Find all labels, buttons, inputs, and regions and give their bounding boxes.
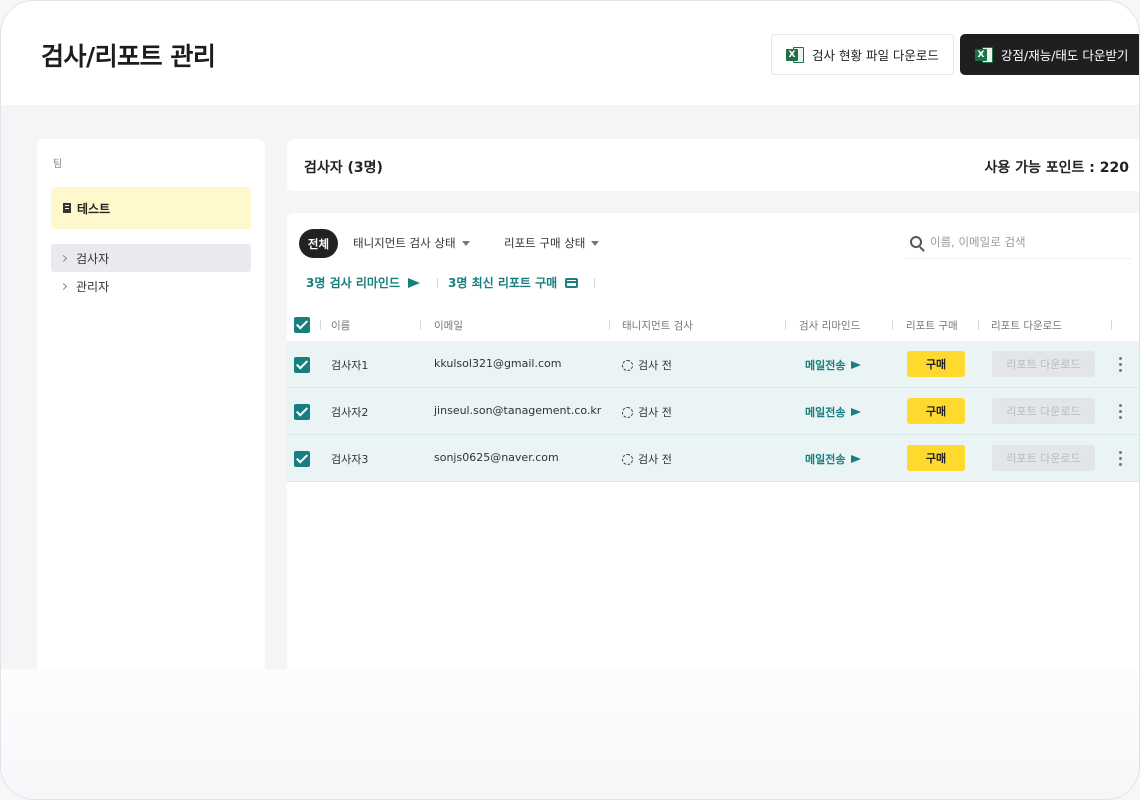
buy-report-button[interactable]: 구매 <box>907 351 965 377</box>
send-icon <box>851 408 862 416</box>
team-card-test[interactable]: 테스트 <box>51 187 251 229</box>
bulk-purchase-button[interactable]: 3명 최신 리포트 구매 <box>448 274 579 291</box>
send-icon <box>851 361 862 369</box>
row-checkbox[interactable] <box>294 357 310 373</box>
team-sidebar: 팀 테스트 검사자 관리자 <box>37 139 265 679</box>
bulk-purchase-label: 3명 최신 리포트 구매 <box>448 276 558 290</box>
tester-email: sonjs0625@naver.com <box>434 451 559 464</box>
tester-name: 검사자1 <box>331 359 369 372</box>
pending-icon <box>622 453 633 465</box>
download-report-button: 리포트 다운로드 <box>992 445 1095 471</box>
available-points: 사용 가능 포인트 : 220 <box>984 160 1129 176</box>
search-input[interactable] <box>930 234 1110 249</box>
send-mail-link[interactable]: 메일전송 <box>805 451 862 467</box>
caret-down-icon <box>461 240 470 246</box>
column-header: 이름 <box>331 320 351 332</box>
download-status-file-button[interactable]: X 검사 현황 파일 다운로드 <box>771 34 954 75</box>
chevron-right-icon <box>59 282 68 290</box>
excel-icon: X <box>975 46 993 64</box>
column-header: 이메일 <box>434 320 463 332</box>
page-header: 검사/리포트 관리 X 검사 현황 파일 다운로드 X 강점/재능/태도 다운받… <box>1 1 1139 105</box>
team-section-label: 팀 <box>53 159 63 170</box>
row-checkbox[interactable] <box>294 404 310 420</box>
report-status-filter-label: 리포트 구매 상태 <box>504 236 586 250</box>
caret-down-icon <box>591 240 600 246</box>
search-box <box>904 225 1132 259</box>
column-header: 리포트 구매 <box>906 320 958 332</box>
download-report-button: 리포트 다운로드 <box>992 398 1095 424</box>
chevron-right-icon <box>59 254 68 262</box>
column-header: 리포트 다운로드 <box>991 320 1062 332</box>
credit-card-icon <box>565 277 579 288</box>
tester-email: kkulsol321@gmail.com <box>434 357 562 370</box>
app-window: 검사/리포트 관리 X 검사 현황 파일 다운로드 X 강점/재능/태도 다운받… <box>0 0 1140 800</box>
bulk-remind-button[interactable]: 3명 검사 리마인드 <box>306 274 420 291</box>
summary-bar: 검사자 (3명) 사용 가능 포인트 : 220 <box>287 139 1139 191</box>
filter-all-chip[interactable]: 전체 <box>299 229 338 258</box>
download-strength-button[interactable]: X 강점/재능/태도 다운받기 <box>960 34 1139 75</box>
column-header: 검사 리마인드 <box>799 320 861 332</box>
table-header: 이름 이메일 태니지먼트 검사 검사 리마인드 리포트 구매 리포트 다운로드 <box>287 309 1139 341</box>
test-status-filter-label: 태니지먼트 검사 상태 <box>353 236 456 250</box>
more-options-icon[interactable] <box>1119 404 1123 420</box>
tester-email: jinseul.son@tanagement.co.kr <box>434 404 602 417</box>
send-icon <box>851 455 862 463</box>
sidebar-item-admins[interactable]: 관리자 <box>51 272 251 300</box>
test-status: 검사 전 <box>622 404 672 420</box>
send-mail-link[interactable]: 메일전송 <box>805 357 862 373</box>
test-status: 검사 전 <box>622 357 672 373</box>
pending-icon <box>622 406 633 418</box>
download-report-button: 리포트 다운로드 <box>992 351 1095 377</box>
divider <box>437 278 438 288</box>
download-strength-label: 강점/재능/태도 다운받기 <box>1001 48 1129 63</box>
bulk-remind-label: 3명 검사 리마인드 <box>306 276 400 290</box>
report-status-filter[interactable]: 리포트 구매 상태 <box>504 235 600 251</box>
select-all-checkbox[interactable] <box>294 317 310 333</box>
search-icon <box>910 235 922 248</box>
column-header: 태니지먼트 검사 <box>622 320 693 332</box>
team-name: 테스트 <box>77 201 111 216</box>
bottom-area <box>1 669 1139 799</box>
sidebar-item-label: 검사자 <box>76 251 110 266</box>
send-mail-link[interactable]: 메일전송 <box>805 404 862 420</box>
divider <box>594 278 595 288</box>
send-icon <box>408 277 420 288</box>
sidebar-item-testers[interactable]: 검사자 <box>51 244 251 272</box>
download-status-file-label: 검사 현황 파일 다운로드 <box>812 48 939 63</box>
table-row[interactable]: 검사자2 jinseul.son@tanagement.co.kr 검사 전 메… <box>287 388 1139 435</box>
table-row[interactable]: 검사자1 kkulsol321@gmail.com 검사 전 메일전송 구매 리… <box>287 341 1139 388</box>
row-checkbox[interactable] <box>294 451 310 467</box>
more-options-icon[interactable] <box>1119 357 1123 373</box>
tester-count: 검사자 (3명) <box>304 160 383 176</box>
excel-icon: X <box>786 46 804 64</box>
buy-report-button[interactable]: 구매 <box>907 445 965 471</box>
tester-name: 검사자2 <box>331 406 369 419</box>
more-options-icon[interactable] <box>1119 451 1123 467</box>
buy-report-button[interactable]: 구매 <box>907 398 965 424</box>
tester-name: 검사자3 <box>331 453 369 466</box>
table-row[interactable]: 검사자3 sonjs0625@naver.com 검사 전 메일전송 구매 리포… <box>287 435 1139 482</box>
test-status-filter[interactable]: 태니지먼트 검사 상태 <box>353 235 470 251</box>
building-icon <box>63 203 71 213</box>
test-status: 검사 전 <box>622 451 672 467</box>
tester-panel: 전체 태니지먼트 검사 상태 리포트 구매 상태 3명 검사 리마인드 3명 최… <box>287 213 1139 679</box>
page-title: 검사/리포트 관리 <box>41 42 216 71</box>
pending-icon <box>622 359 633 371</box>
sidebar-item-label: 관리자 <box>76 279 110 294</box>
